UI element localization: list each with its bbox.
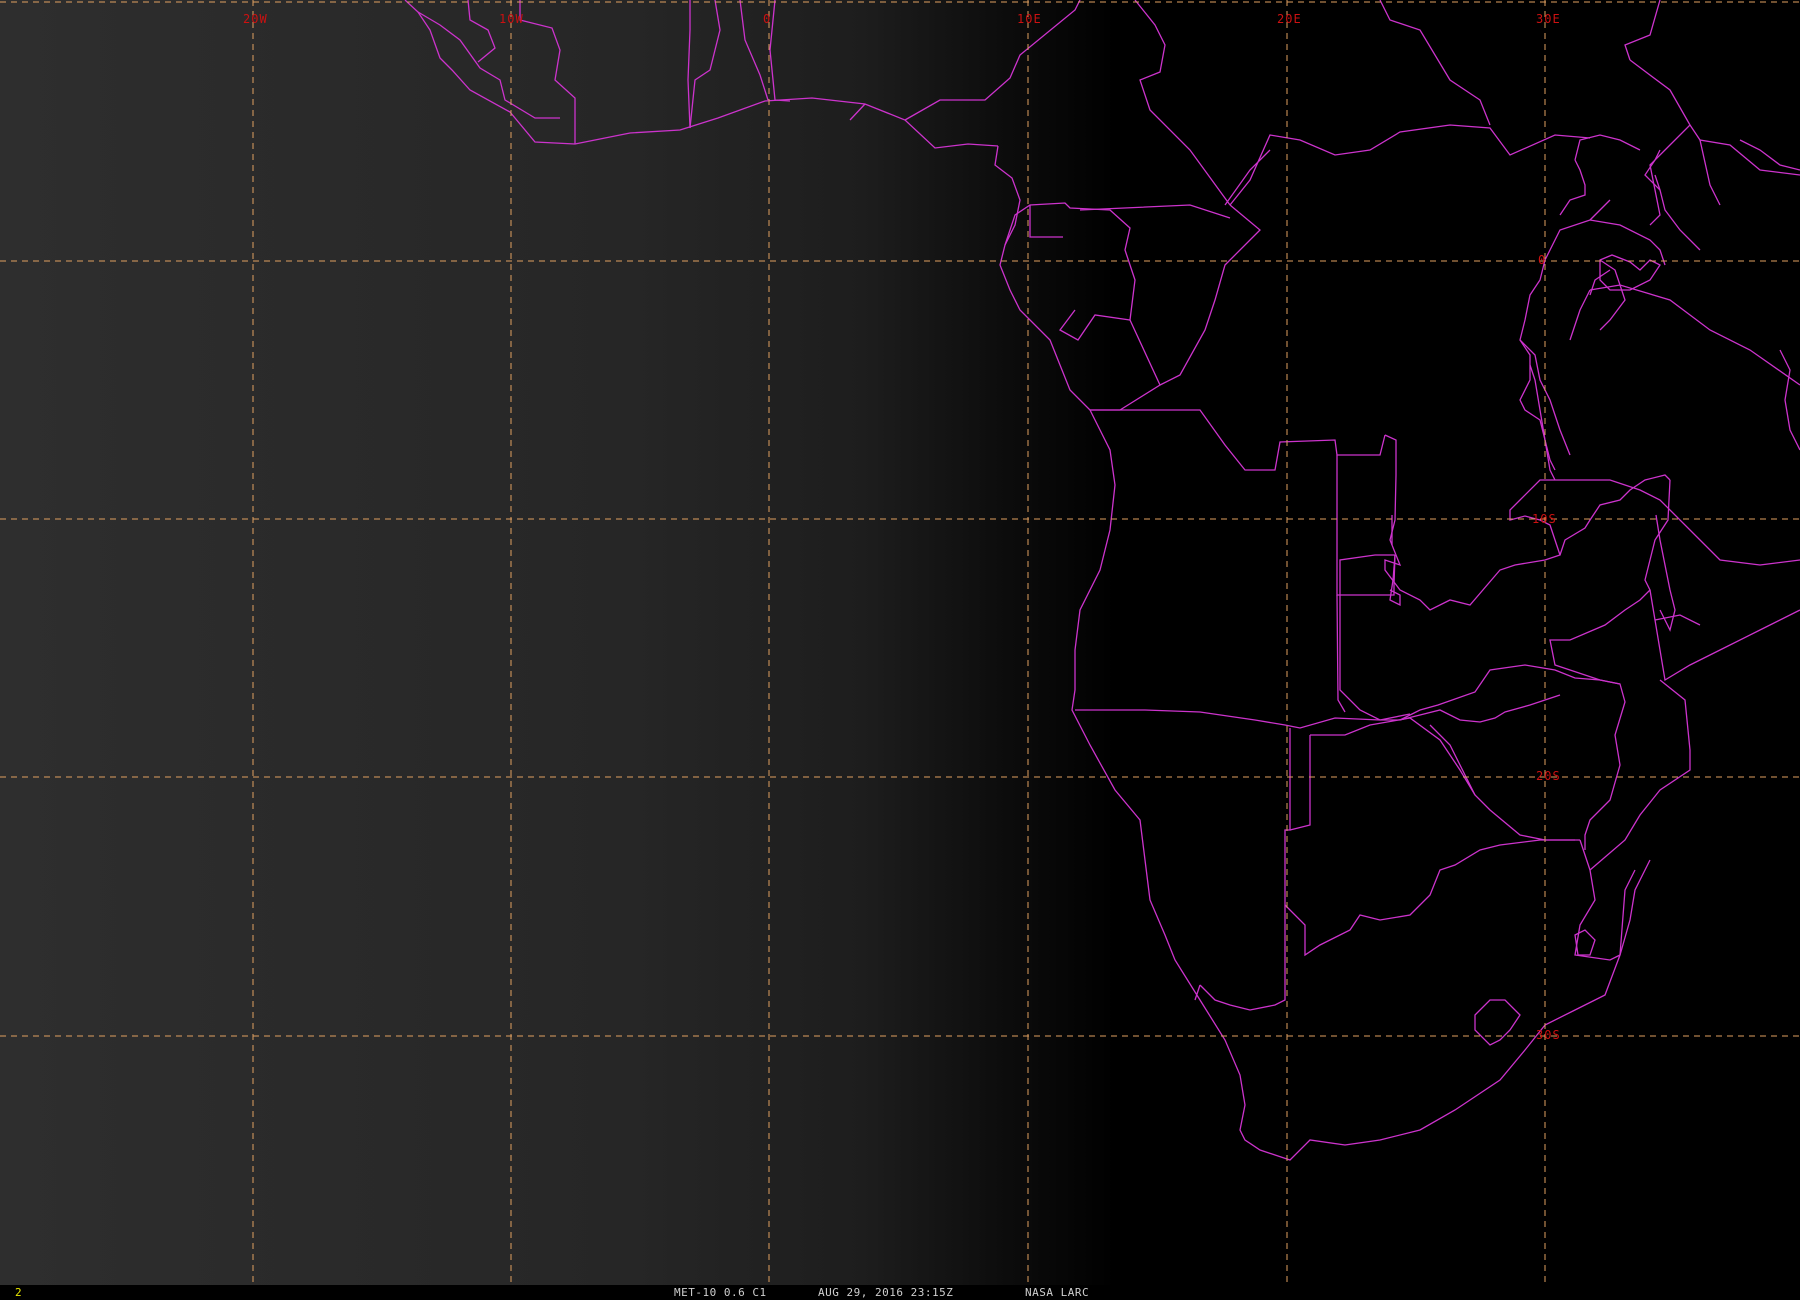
datetime-label: AUG 29, 2016 23:15Z [818,1286,954,1299]
lat-label-30s: 30S [1536,1028,1561,1042]
lon-label-10e: 10E [1017,12,1042,26]
product-label: MET-10 0.6 C1 [674,1286,767,1299]
lon-label-30e: 30E [1536,12,1561,26]
frame-number: 2 [15,1286,23,1299]
lon-label-10w: 10W [499,12,524,26]
lat-label-10s: 10S [1532,512,1557,526]
lon-label-20e: 20E [1277,12,1302,26]
lat-label-0: 0 [1538,253,1546,267]
imagery-background [0,0,1800,1285]
lat-label-20s: 20S [1536,769,1561,783]
satellite-map: 20W 10W 0 10E 20E 30E 0 10S 20S 30S [0,0,1800,1285]
lon-label-0: 0 [763,12,771,26]
source-label: NASA LARC [1025,1286,1090,1299]
lon-label-20w: 20W [243,12,268,26]
status-bar: 2 MET-10 0.6 C1 AUG 29, 2016 23:15Z NASA… [0,1285,1800,1300]
